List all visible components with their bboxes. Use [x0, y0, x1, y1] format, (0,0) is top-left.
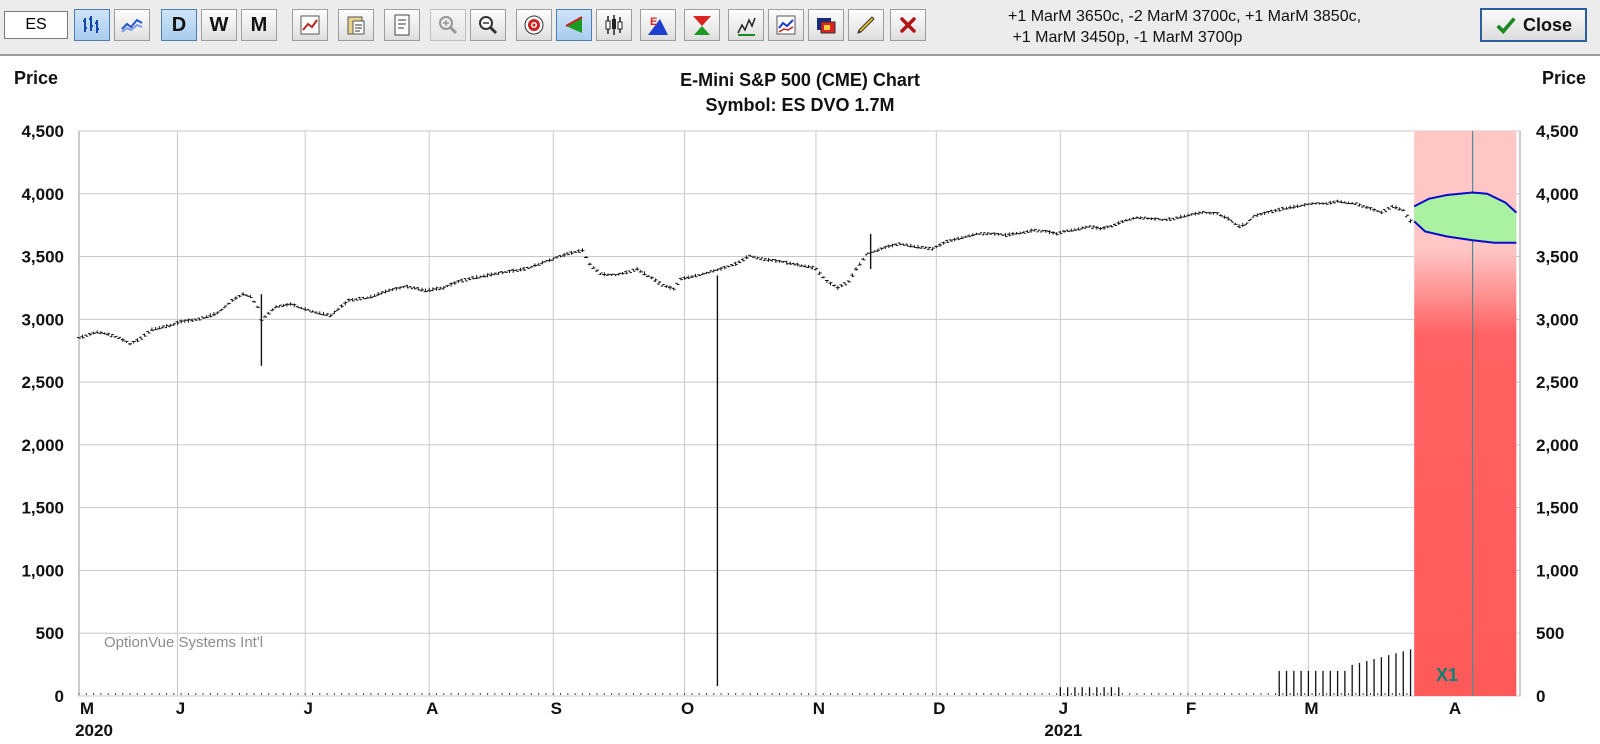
y-tick-label-left: 4,000 — [21, 185, 64, 204]
y-tick-label-left: 0 — [55, 687, 64, 706]
zoom-in-icon — [439, 16, 458, 35]
x-tick-label: J — [1059, 699, 1068, 718]
x-tick-label: J — [176, 699, 185, 718]
monthly-button[interactable]: M — [241, 9, 277, 41]
bar-chart-icon — [83, 16, 99, 33]
y-tick-label-left: 2,500 — [21, 373, 64, 392]
report-icon — [394, 14, 410, 36]
bar-chart-button[interactable] — [74, 9, 110, 41]
check-icon — [1496, 17, 1516, 35]
delete-icon — [900, 17, 916, 33]
y-tick-label-left: 3,500 — [21, 248, 64, 267]
year-label: 2021 — [1044, 721, 1082, 740]
candlestick-button[interactable] — [596, 9, 632, 41]
y-tick-label-right: 4,500 — [1536, 122, 1579, 141]
volume-button[interactable] — [728, 9, 764, 41]
delete-button[interactable] — [890, 9, 926, 41]
x-tick-label: M — [80, 699, 94, 718]
dividend-icon — [693, 16, 711, 35]
y-tick-label-left: 3,000 — [21, 310, 64, 329]
zoom-in-button[interactable] — [430, 9, 466, 41]
paste-icon — [347, 16, 365, 35]
y-tick-label-right: 2,500 — [1536, 373, 1579, 392]
dividend-button[interactable] — [684, 9, 720, 41]
cursor-icon — [565, 16, 583, 33]
cursor-button[interactable] — [556, 9, 592, 41]
indicator-icon — [776, 15, 796, 35]
line-chart-button[interactable] — [114, 9, 150, 41]
close-button-label: Close — [1522, 14, 1573, 35]
weekly-button[interactable]: W — [201, 9, 237, 41]
chart-title: E-Mini S&P 500 (CME) Chart — [680, 70, 920, 90]
candlestick-icon — [605, 15, 623, 35]
toolbar: D W M E +1 MarM 3650c, -2 Ma — [0, 0, 1600, 56]
y-tick-label-right: 4,000 — [1536, 185, 1579, 204]
x-tick-label: A — [426, 699, 438, 718]
earnings-icon: E — [648, 16, 668, 35]
y-tick-label-right: 3,500 — [1536, 248, 1579, 267]
y-tick-label-right: 500 — [1536, 624, 1564, 643]
volume-icon — [737, 17, 756, 36]
target-icon — [524, 15, 544, 35]
y-tick-label-left: 500 — [36, 624, 64, 643]
y-tick-label-right: 0 — [1536, 687, 1545, 706]
color-icon — [817, 18, 836, 34]
x-tick-label: M — [1304, 699, 1318, 718]
pencil-icon — [857, 16, 875, 34]
earnings-button[interactable]: E — [640, 9, 676, 41]
y-tick-label-left: 2,000 — [21, 436, 64, 455]
y-tick-label-right: 2,000 — [1536, 436, 1579, 455]
x-tick-label: N — [813, 699, 825, 718]
x-tick-label: A — [1449, 699, 1461, 718]
pencil-button[interactable] — [848, 9, 884, 41]
chart-subtitle: Symbol: ES DVO 1.7M — [705, 95, 894, 115]
x-tick-label: S — [551, 699, 562, 718]
strategy-text: +1 MarM 3650c, -2 MarM 3700c, +1 MarM 38… — [1008, 6, 1361, 48]
y-tick-label-left: 1,500 — [21, 499, 64, 518]
report-button[interactable] — [384, 9, 420, 41]
watermark: OptionVue Systems Int'l — [104, 634, 263, 651]
plot-area — [78, 130, 1521, 697]
y-tick-label-right: 3,000 — [1536, 310, 1579, 329]
daily-button[interactable]: D — [161, 9, 197, 41]
left-axis-label: Price — [14, 68, 58, 88]
edit-chart-button[interactable] — [292, 9, 328, 41]
color-button[interactable] — [808, 9, 844, 41]
indicator-button[interactable] — [768, 9, 804, 41]
x-tick-label: F — [1186, 699, 1196, 718]
symbol-input[interactable] — [4, 11, 68, 39]
target-button[interactable] — [516, 9, 552, 41]
zoom-out-button[interactable] — [470, 9, 506, 41]
year-label: 2020 — [75, 721, 113, 740]
y-tick-label-right: 1,000 — [1536, 561, 1579, 580]
close-button[interactable]: Close — [1480, 8, 1587, 42]
paste-button[interactable] — [338, 9, 374, 41]
svg-text:E: E — [650, 16, 657, 28]
strategy-line-1: +1 MarM 3650c, -2 MarM 3700c, +1 MarM 38… — [1008, 8, 1362, 25]
y-tick-label-right: 1,500 — [1536, 499, 1579, 518]
x-tick-label: D — [933, 699, 945, 718]
zoom-out-icon — [479, 16, 498, 35]
y-tick-label-left: 4,500 — [21, 122, 64, 141]
y-tick-label-left: 1,000 — [21, 561, 64, 580]
edit-chart-icon — [300, 15, 320, 35]
line-chart-icon — [121, 18, 143, 33]
x-tick-label: J — [303, 699, 312, 718]
right-axis-label: Price — [1542, 68, 1586, 88]
price-chart[interactable]: 4,500 4,500 4,000 4,000 3,500 3,500 3,000 3,000… — [0, 56, 1600, 744]
x-tick-label: O — [681, 699, 694, 718]
expiry-marker: X1 — [1436, 665, 1458, 685]
strategy-line-2: +1 MarM 3450p, -1 MarM 3700p — [1012, 29, 1243, 46]
